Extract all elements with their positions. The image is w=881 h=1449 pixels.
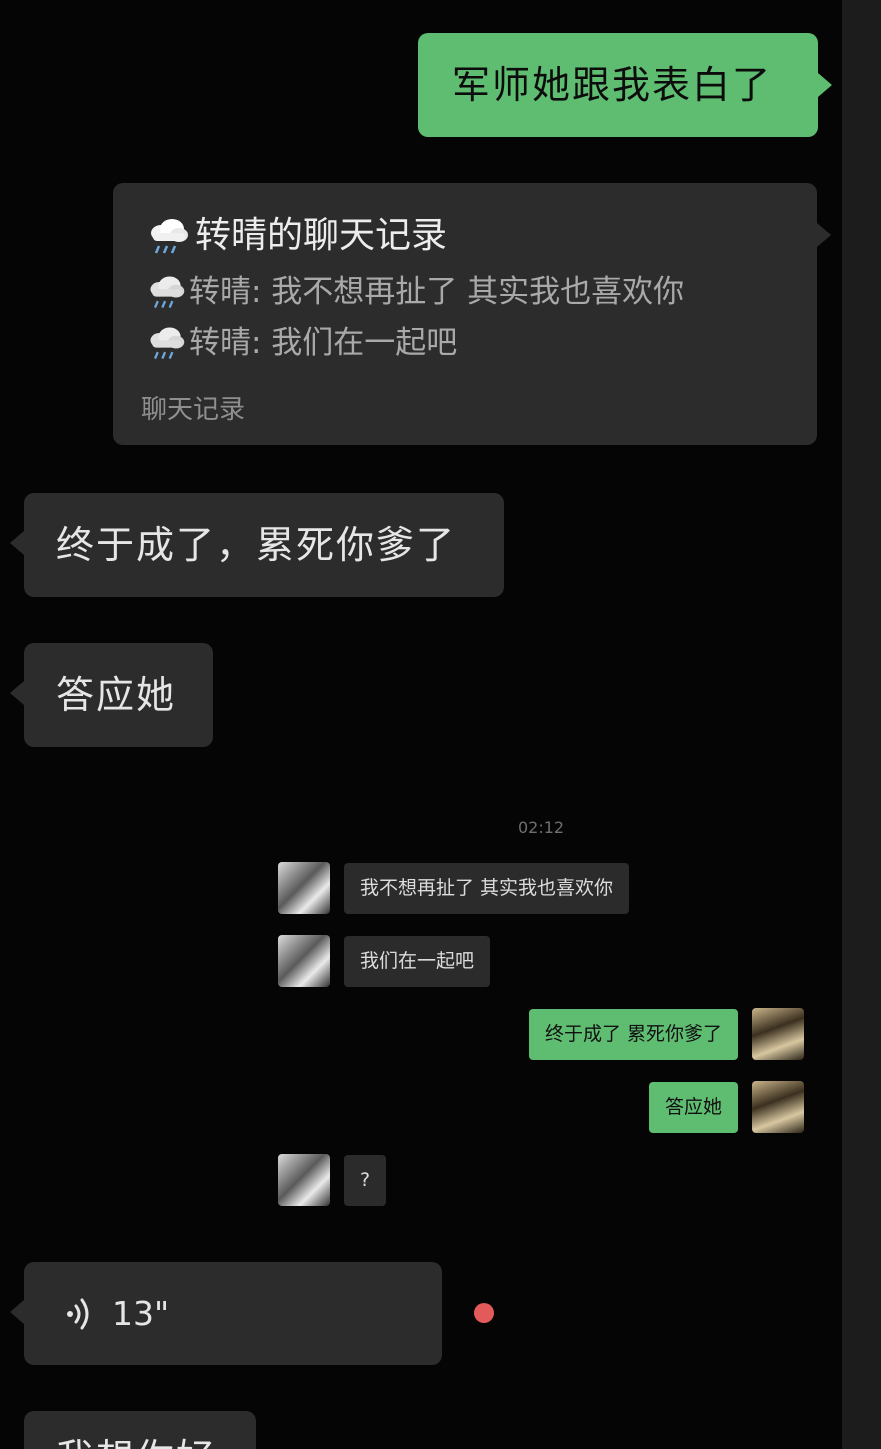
chat-record-line: 转晴: 我不想再扯了 其实我也喜欢你: [145, 271, 684, 313]
chat-record-title: 转晴的聊天记录: [195, 215, 448, 256]
avatar: [752, 1008, 804, 1060]
screenshot-bubble: 答应她: [648, 1081, 738, 1133]
voice-duration: 13": [112, 1294, 170, 1333]
message-text: 我想你好: [56, 1439, 216, 1449]
incoming-message-accept[interactable]: 答应她: [10, 643, 213, 747]
timestamp: 02:12: [518, 818, 565, 837]
avatar: [278, 935, 330, 987]
rain-cloud-icon: [150, 276, 185, 308]
message-text: 答应她: [56, 673, 177, 717]
rain-cloud-icon: [151, 219, 188, 254]
message-text: 终于成了，累死你爹了: [56, 523, 457, 567]
chat-area: 军师她跟我表白了 转晴的聊天记录 转晴: 我不想再扯了 其实我也喜欢你 转晴: …: [0, 0, 842, 1449]
unread-indicator: [474, 1303, 494, 1323]
screenshot-bubble: 终于成了 累死你爹了: [528, 1008, 738, 1060]
rain-cloud-icon: [150, 327, 185, 359]
voice-wave-icon: [67, 1298, 89, 1330]
chat-record-card[interactable]: 转晴的聊天记录 转晴: 我不想再扯了 其实我也喜欢你 转晴: 我们在一起吧 聊天…: [113, 183, 831, 445]
avatar: [278, 1154, 330, 1206]
outgoing-message-confession[interactable]: 军师她跟我表白了: [418, 33, 832, 137]
screenshot-row-out: 答应她: [648, 1081, 804, 1133]
screenshot-row-in: 我不想再扯了 其实我也喜欢你: [278, 862, 630, 914]
chat-record-line: 转晴: 我们在一起吧: [145, 322, 457, 364]
chat-record-title-row: 转晴的聊天记录: [145, 213, 447, 259]
chat-record-line-text: 转晴: 我不想再扯了 其实我也喜欢你: [189, 274, 685, 310]
chat-record-line-text: 转晴: 我们在一起吧: [189, 325, 458, 361]
right-edge-border: [842, 0, 881, 1449]
screenshot-row-in: ?: [278, 1154, 387, 1206]
incoming-message-partial[interactable]: 我想你好: [24, 1411, 256, 1449]
avatar: [278, 862, 330, 914]
voice-message[interactable]: 13": [10, 1262, 442, 1365]
message-text: 军师她跟我表白了: [452, 63, 773, 107]
screenshot-bubble: 我不想再扯了 其实我也喜欢你: [344, 862, 630, 914]
screenshot-bubble: 我们在一起吧: [344, 935, 491, 987]
screenshot-row-in: 我们在一起吧: [278, 935, 491, 987]
screenshot-row-out: 终于成了 累死你爹了: [528, 1008, 804, 1060]
screenshot-bubble: ?: [344, 1154, 387, 1206]
chat-record-footer: 聊天记录: [141, 395, 246, 425]
avatar: [752, 1081, 804, 1133]
incoming-message-finally[interactable]: 终于成了，累死你爹了: [10, 493, 504, 597]
embedded-chat-screenshot[interactable]: 02:12 我不想再扯了 其实我也喜欢你 我们在一起吧 终于成了 累死你爹了 答…: [268, 812, 816, 1222]
